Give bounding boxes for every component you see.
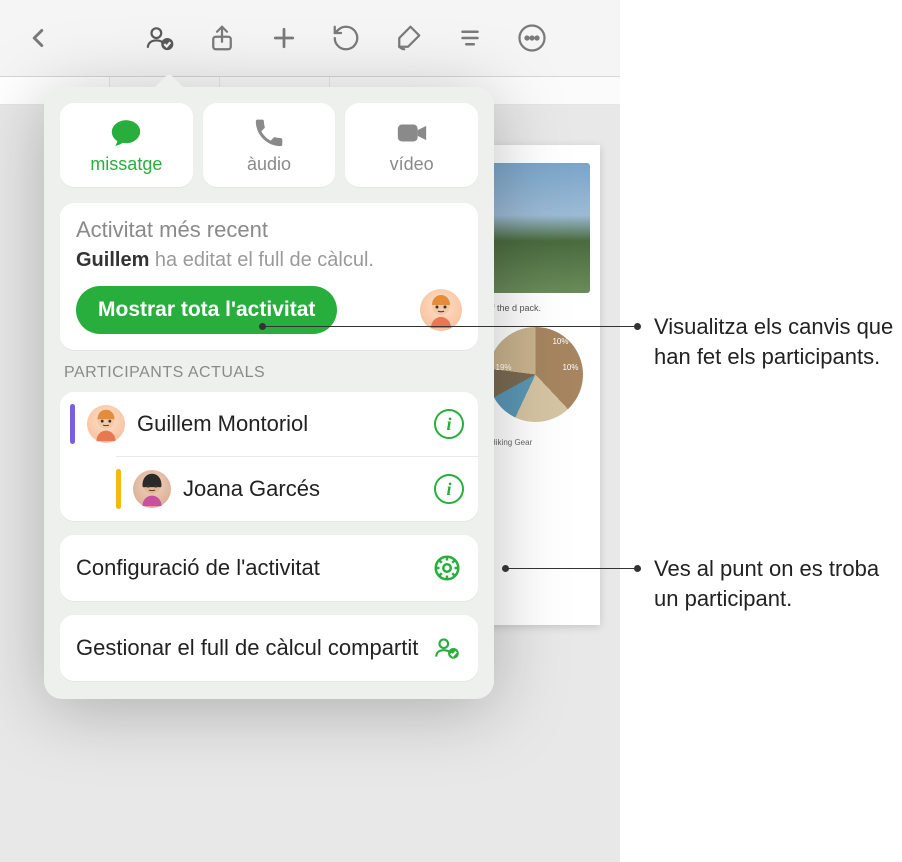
manage-shared-button[interactable]: Gestionar el full de càlcul compartit: [60, 615, 478, 681]
activity-title: Activitat més recent: [76, 217, 462, 243]
back-button[interactable]: [12, 12, 64, 64]
audio-label: àudio: [247, 154, 291, 175]
participant-avatar: [133, 470, 171, 508]
gear-icon: [432, 553, 462, 583]
message-button[interactable]: missatge: [60, 103, 193, 187]
add-button[interactable]: [258, 12, 310, 64]
callout-line: [260, 326, 640, 327]
phone-icon: [252, 116, 286, 150]
actor-avatar: [420, 289, 462, 331]
participant-avatar: [87, 405, 125, 443]
collab-manage-icon: [432, 633, 462, 663]
chart-legend: Hiking Gear: [480, 438, 590, 447]
pie-chart: 19% 10% 10%: [488, 327, 583, 422]
toolbar: [0, 0, 620, 77]
participant-info-button[interactable]: [434, 474, 464, 504]
activity-latest: Guillem ha editat el full de càlcul.: [76, 249, 462, 272]
doc-snippet: half the d pack.: [480, 303, 590, 315]
doc-hero-image: [480, 163, 590, 293]
activity-card: Activitat més recent Guillem ha editat e…: [60, 203, 478, 350]
message-icon: [109, 116, 143, 150]
callout-line: [503, 568, 640, 569]
participant-name: Joana Garcés: [183, 476, 422, 502]
participant-row[interactable]: Joana Garcés: [116, 456, 478, 521]
participant-name: Guillem Montoriol: [137, 411, 422, 437]
presence-stripe: [116, 469, 121, 509]
video-button[interactable]: vídeo: [345, 103, 478, 187]
collab-button[interactable]: [134, 12, 186, 64]
collab-popover: missatge àudio vídeo Activitat més recen…: [44, 72, 494, 699]
participant-row[interactable]: Guillem Montoriol: [60, 392, 478, 456]
activity-settings-button[interactable]: Configuració de l'activitat: [60, 535, 478, 601]
callout-locate: Ves al punt on es troba un participant.: [654, 554, 902, 613]
message-label: missatge: [90, 154, 162, 175]
presence-stripe: [70, 404, 75, 444]
more-button[interactable]: [506, 12, 558, 64]
participants-list: Guillem Montoriol Joana Garcés: [60, 392, 478, 521]
participants-header: PARTICIPANTS ACTUALS: [64, 364, 474, 382]
text-style-button[interactable]: [444, 12, 496, 64]
audio-button[interactable]: àudio: [203, 103, 336, 187]
callout-changes: Visualitza els canvis que han fet els pa…: [654, 312, 902, 371]
participant-info-button[interactable]: [434, 409, 464, 439]
share-button[interactable]: [196, 12, 248, 64]
video-label: vídeo: [390, 154, 434, 175]
video-icon: [395, 116, 429, 150]
undo-button[interactable]: [320, 12, 372, 64]
format-brush-button[interactable]: [382, 12, 434, 64]
